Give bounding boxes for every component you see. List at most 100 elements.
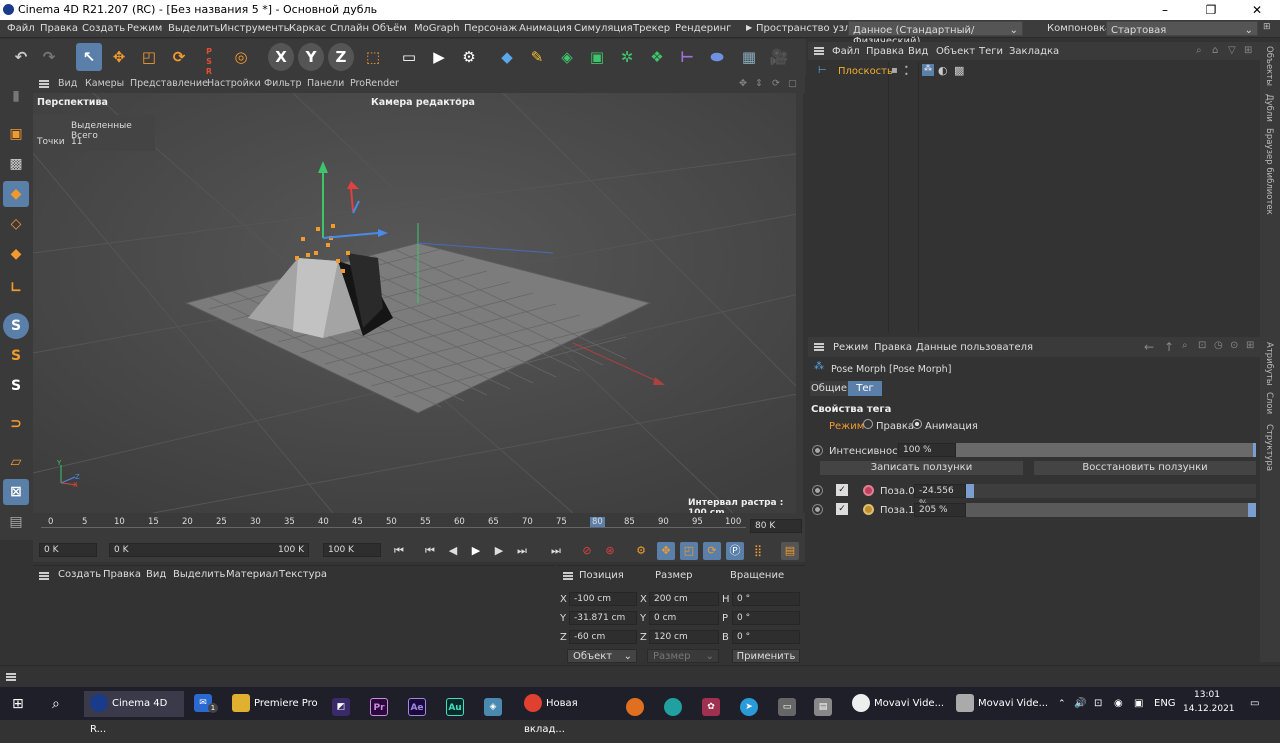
restore-sliders-button[interactable]: Восстановить ползунки xyxy=(1034,461,1256,475)
new-window-icon[interactable]: ⊞ xyxy=(1246,340,1254,351)
pose-slider[interactable] xyxy=(966,503,1256,517)
taskbar-cinema4d[interactable]: Cinema 4D R... xyxy=(84,691,184,735)
field-icon[interactable]: ⬬ xyxy=(704,43,730,71)
mograph-icon[interactable]: ✲ xyxy=(614,43,640,71)
taskbar-premiere[interactable]: Pr xyxy=(370,695,392,721)
snap-settings-icon[interactable]: S xyxy=(3,343,29,369)
size-mode-dropdown[interactable]: Размер ⌄ xyxy=(647,649,719,663)
taskbar-app2[interactable]: ◈ xyxy=(484,695,506,721)
snap-workplane-icon[interactable]: S xyxy=(3,373,29,399)
intensity-anim-dot[interactable] xyxy=(812,445,823,456)
menu-simulation[interactable]: Симуляция xyxy=(574,23,633,34)
key-scale-icon[interactable]: ◰ xyxy=(680,542,698,560)
rotation-b-field[interactable]: 0 ° xyxy=(732,630,800,644)
undo-icon[interactable]: ↶ xyxy=(8,43,34,71)
layout-dropdown[interactable]: Стартовая ⌄ xyxy=(1106,21,1258,36)
rotation-p-field[interactable]: 0 ° xyxy=(732,611,800,625)
grid-workplane-icon[interactable]: ▤ xyxy=(3,509,29,535)
obj-menu-edit[interactable]: Правка xyxy=(866,46,904,57)
zoom-icon[interactable]: ⇕ xyxy=(755,78,763,89)
menu-create[interactable]: Создать xyxy=(82,23,125,34)
menu-tools[interactable]: Инструменты xyxy=(220,23,292,34)
pose-checkbox[interactable]: ✓ xyxy=(836,484,848,496)
keyframe-selection-icon[interactable]: ⚙ xyxy=(632,542,650,560)
object-name[interactable]: Плоскость xyxy=(838,66,893,77)
obj-menu-object[interactable]: Объект xyxy=(936,46,975,57)
layout-menu-icon[interactable]: ⊞ xyxy=(1263,22,1271,32)
attr-menu-mode[interactable]: Режим xyxy=(833,342,868,353)
tray-app-icon[interactable]: ▣ xyxy=(1134,691,1143,717)
search-icon[interactable]: ⌕ xyxy=(1182,340,1188,351)
goto-start-icon[interactable]: ⏮ xyxy=(390,542,408,560)
mode-anim-radio[interactable] xyxy=(912,419,922,429)
autokey-icon[interactable]: ⊛ xyxy=(601,542,619,560)
pose-knob[interactable] xyxy=(966,484,974,498)
size-x-field[interactable]: 200 cm xyxy=(649,592,719,606)
menu-mode[interactable]: Режим xyxy=(127,23,162,34)
position-z-field[interactable]: -60 cm xyxy=(569,630,637,644)
vp-menu-panel[interactable]: Панели xyxy=(307,78,344,89)
hamburger-icon[interactable] xyxy=(814,47,824,55)
pose-value-field[interactable]: 205 % xyxy=(914,503,966,517)
taskbar-edge[interactable] xyxy=(664,695,686,721)
hamburger-icon[interactable] xyxy=(814,343,824,351)
tray-network-icon[interactable]: ⊡ xyxy=(1094,691,1102,717)
settings-circle-icon[interactable]: ⊙ xyxy=(1230,340,1238,351)
timeline-ruler[interactable]: 0 5 10 15 20 25 30 35 40 45 50 55 60 65 … xyxy=(33,513,805,540)
menu-render[interactable]: Рендеринг xyxy=(675,23,731,34)
lock-icon[interactable]: ⊡ xyxy=(1198,340,1206,351)
key-position-icon[interactable]: ✥ xyxy=(657,542,675,560)
tray-language[interactable]: ENG xyxy=(1154,691,1176,717)
render-view-icon[interactable]: ▭ xyxy=(396,43,422,71)
search-icon[interactable]: ⌕ xyxy=(1196,45,1202,56)
tab-layers[interactable]: Слои xyxy=(1264,392,1274,414)
vp-menu-options[interactable]: Настройки xyxy=(207,78,261,89)
mode-edit-radio[interactable] xyxy=(863,419,873,429)
tab-objects[interactable]: Объекты xyxy=(1264,46,1274,86)
maximize-view-icon[interactable]: ▢ xyxy=(788,78,797,89)
psr-icon[interactable]: PSR xyxy=(196,43,222,76)
close-button[interactable]: ✕ xyxy=(1234,0,1280,20)
obj-menu-file[interactable]: Файл xyxy=(832,46,860,57)
vp-menu-filter[interactable]: Фильтр xyxy=(264,78,302,89)
hamburger-icon[interactable] xyxy=(39,572,49,580)
coord-mode-dropdown[interactable]: Объект ⌄ xyxy=(567,649,637,663)
pose-anim-dot[interactable] xyxy=(812,485,823,496)
last-tool-icon[interactable]: ◎ xyxy=(228,43,254,71)
tray-date[interactable]: 14.12.2021 xyxy=(1183,703,1235,729)
end-frame-field[interactable]: 100 K xyxy=(323,543,381,557)
deformer-icon[interactable]: ⊢ xyxy=(674,43,700,71)
subdivision-icon[interactable]: ◈ xyxy=(554,43,580,71)
tray-volume-icon[interactable]: 🔊 xyxy=(1074,691,1086,717)
texture-mode-icon[interactable]: ▩ xyxy=(3,151,29,177)
mat-menu-edit[interactable]: Правка xyxy=(103,569,141,580)
menu-mograph[interactable]: MoGraph xyxy=(414,23,459,34)
rotation-h-field[interactable]: 0 ° xyxy=(732,592,800,606)
menu-spline[interactable]: Сплайн xyxy=(330,23,369,34)
pose-anim-dot[interactable] xyxy=(812,504,823,515)
intensity-slider[interactable] xyxy=(956,443,1256,457)
menu-select[interactable]: Выделить xyxy=(168,23,220,34)
taskbar-premiere-folder[interactable]: Premiere Pro xyxy=(226,691,326,717)
pen-icon[interactable]: ✎ xyxy=(524,43,550,71)
phong-tag-icon[interactable]: ◐ xyxy=(938,64,948,77)
menu-edit[interactable]: Правка xyxy=(40,23,78,34)
floor-icon[interactable]: ▦ xyxy=(736,43,762,71)
model-mode-icon[interactable]: ▮ xyxy=(3,83,29,109)
vp-menu-prorender[interactable]: ProRender xyxy=(350,78,399,89)
mat-menu-material[interactable]: Материал xyxy=(226,569,278,580)
obj-menu-view[interactable]: Вид xyxy=(908,46,928,57)
axis-mode-icon[interactable]: ∟ xyxy=(3,275,29,301)
hamburger-icon[interactable] xyxy=(39,80,49,88)
workplane-icon[interactable]: ▱ xyxy=(3,449,29,475)
tab-takes[interactable]: Дубли xyxy=(1264,94,1274,122)
maximize-button[interactable]: ❐ xyxy=(1188,0,1234,20)
notifications-icon[interactable]: ▭ xyxy=(1250,691,1259,717)
pan-icon[interactable]: ✥ xyxy=(739,78,747,89)
coord-system-icon[interactable]: ⬚ xyxy=(360,43,386,71)
lock-workplane-icon[interactable]: ⊠ xyxy=(3,479,29,505)
scale-icon[interactable]: ◰ xyxy=(136,43,162,71)
texture-tag-icon[interactable]: ▩ xyxy=(954,64,964,77)
orbit-icon[interactable]: ⟳ xyxy=(772,78,780,89)
taskbar-chrome[interactable]: Новая вклад... xyxy=(518,691,618,735)
